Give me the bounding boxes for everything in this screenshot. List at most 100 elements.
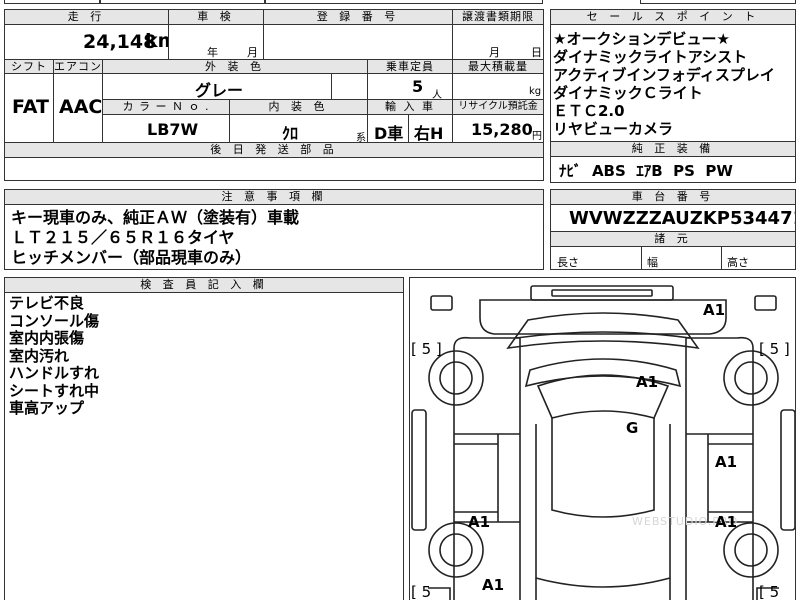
shift-value: FAT [12, 96, 49, 118]
inspector-line: ハンドルすれ [9, 364, 100, 382]
import-handle-value: 右H [414, 124, 444, 143]
sales-point-item: アクティブインフォディスプレイ [553, 66, 775, 84]
shift-cell: FAT [4, 73, 54, 143]
top-strip-cell-2 [100, 0, 265, 4]
inspector-line: 車高アップ [9, 399, 85, 417]
sales-points-cell: ★オークションデビュー★ ダイナミックライトアシスト アクティブインフォディスプ… [550, 24, 796, 142]
height-label: 高さ [727, 256, 749, 269]
inspection-year-unit: 年 [207, 46, 218, 59]
equipment-cell: ﾅﾋﾞ ABS ｴｱB PS PW [550, 156, 796, 183]
top-strip-cell-1 [4, 0, 100, 4]
sales-points-label: セ ー ル ス ポ イ ン ト [550, 9, 796, 25]
ac-label: エアコン [53, 59, 103, 74]
note-line: ＬＴ２１５／６５Ｒ１６タイヤ [11, 228, 235, 247]
max-load-label: 最大積載量 [452, 59, 544, 74]
import-cell: D車 右H [367, 114, 453, 143]
note-line: ヒッチメンバー（部品現車のみ） [11, 248, 252, 267]
sales-point-item: ダイナミックＣライト [553, 84, 703, 102]
recycle-cell: 15,280 円 [452, 114, 544, 143]
capacity-cell: 5 人 [367, 73, 453, 100]
import-divider [408, 115, 409, 142]
tire-mark: [ 5 [759, 583, 780, 600]
mileage-cell: 24,148 km [4, 24, 169, 60]
damage-mark: A1 [715, 513, 738, 531]
damage-mark: A1 [703, 301, 726, 319]
notes-label: 注 意 事 項 欄 [4, 189, 544, 205]
registration-cell [263, 24, 453, 60]
capacity-unit: 人 [432, 90, 442, 100]
damage-diagram-panel: WEBSTUDIO.PRO A1 A1 G A1 A1 A1 A1 [ 5 ] … [409, 277, 796, 600]
mileage-label: 走 行 [4, 9, 169, 25]
max-load-cell: kg [452, 73, 544, 100]
transfer-deadline-cell: 月 日 [452, 24, 544, 60]
shift-label: シフト [4, 59, 54, 74]
tire-mark: [ 5 [411, 583, 432, 600]
sales-point-item: ★オークションデビュー★ [553, 30, 730, 48]
damage-mark: A1 [468, 513, 491, 531]
length-label: 長さ [557, 256, 579, 269]
inspection-label: 車 検 [168, 9, 264, 25]
dimensions-divider-2 [721, 247, 722, 269]
equipment-value: ﾅﾋﾞ ABS ｴｱB PS PW [559, 162, 733, 180]
color-no-cell: LB7W [102, 114, 230, 143]
inspector-cell: テレビ不良 コンソール傷 室内内張傷 室内汚れ ハンドルすれ シートすれ中 車高… [4, 292, 404, 600]
interior-color-unit: 系 [356, 133, 366, 143]
chassis-label: 車 台 番 号 [550, 189, 796, 205]
dimensions-divider-1 [641, 247, 642, 269]
interior-color-cell: ｸﾛ 系 [229, 114, 368, 143]
sales-point-item: ＥＴＣ2.0 [553, 102, 625, 120]
later-parts-label: 後 日 発 送 部 品 [4, 142, 544, 158]
color-no-value: LB7W [147, 120, 199, 139]
exterior-color-value: グレー [195, 81, 244, 100]
damage-mark: A1 [482, 576, 505, 594]
width-label: 幅 [647, 256, 658, 269]
mileage-unit: km [145, 30, 168, 52]
ac-value: AAC [59, 96, 103, 118]
interior-color-label: 内 装 色 [229, 99, 368, 115]
inspector-line: 室内汚れ [9, 346, 70, 365]
import-type-value: D車 [374, 124, 404, 143]
dimensions-label: 諸 元 [550, 231, 796, 247]
inspection-month-unit: 月 [247, 46, 258, 59]
equipment-label: 純 正 装 備 [550, 141, 796, 157]
load-unit: kg [529, 86, 542, 97]
recycle-value: 15,280 [471, 120, 533, 139]
damage-mark: A1 [715, 453, 738, 471]
damage-mark: G [626, 419, 639, 437]
note-line: キー現車のみ、純正ＡＷ（塗装有）車載 [11, 208, 300, 227]
sales-point-item: ダイナミックライトアシスト [553, 48, 748, 66]
sales-point-item: リヤビューカメラ [553, 120, 674, 138]
recycle-label: リサイクル預託金 [452, 99, 544, 115]
color-no-label: カ ラ ー Ｎ ｏ . [102, 99, 230, 115]
top-strip-cell-3 [265, 0, 543, 4]
chassis-cell: WVWZZZAUZKP534471 [550, 204, 796, 232]
later-parts-cell [4, 157, 544, 181]
exterior-color-cell: グレー [102, 73, 332, 100]
dimensions-cell: 長さ 幅 高さ [550, 246, 796, 270]
tire-mark: [ 5 ] [411, 340, 442, 358]
inspector-line: テレビ不良 [9, 294, 85, 312]
chassis-number-value: WVWZZZAUZKP534471 [569, 208, 796, 229]
import-label: 輸 入 車 [367, 99, 453, 115]
ac-cell: AAC [53, 73, 103, 143]
tire-mark: [ 5 ] [759, 340, 790, 358]
registration-label: 登 録 番 号 [263, 9, 453, 25]
capacity-value: 5 [412, 77, 424, 96]
inspector-label: 検 査 員 記 入 欄 [4, 277, 404, 293]
capacity-label: 乗車定員 [367, 59, 453, 74]
notes-cell: キー現車のみ、純正ＡＷ（塗装有）車載 ＬＴ２１５／６５Ｒ１６タイヤ ヒッチメンバ… [4, 204, 544, 270]
car-outline-diagram [411, 285, 795, 600]
exterior-color-code-cell [331, 73, 368, 100]
inspection-cell: 年 月 [168, 24, 264, 60]
top-strip-cell-4 [640, 0, 796, 4]
exterior-color-label: 外 装 色 [102, 59, 368, 74]
inspector-line: コンソール傷 [9, 311, 100, 330]
transfer-day-unit: 日 [531, 46, 542, 59]
inspector-line: シートすれ中 [9, 381, 100, 400]
recycle-unit: 円 [532, 131, 542, 142]
transfer-deadline-label: 譲渡書類期限 [452, 9, 544, 25]
inspector-line: 室内内張傷 [9, 329, 85, 347]
transfer-month-unit: 月 [489, 46, 500, 59]
damage-mark: A1 [636, 373, 659, 391]
interior-color-value: ｸﾛ [282, 124, 299, 143]
